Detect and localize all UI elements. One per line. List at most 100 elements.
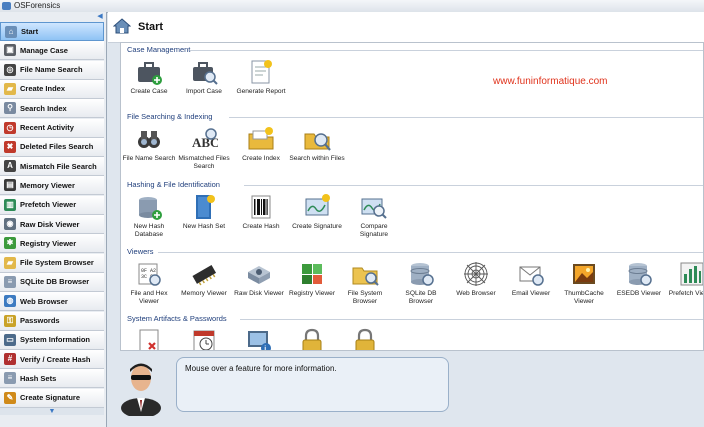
tile-file-name-search[interactable]: File Name Search bbox=[121, 125, 177, 163]
tile-new-hash-database[interactable]: New Hash Database bbox=[121, 193, 177, 239]
disk-icon: ◉ bbox=[4, 218, 16, 230]
sidebar-item-label: Memory Viewer bbox=[20, 180, 75, 190]
tile-thumbcache-viewer[interactable]: ThumbCache Viewer bbox=[556, 260, 612, 306]
tile-memory-viewer[interactable]: Memory Viewer bbox=[176, 260, 232, 298]
tile-create-case[interactable]: Create Case bbox=[121, 58, 177, 96]
tile-label: Create Index bbox=[242, 155, 280, 162]
sidebar-item-recent-activity[interactable]: ◷ Recent Activity bbox=[0, 118, 104, 138]
tile-search-within-files[interactable]: Search within Files bbox=[289, 125, 345, 163]
sidebar-item-label: Prefetch Viewer bbox=[20, 200, 77, 210]
house-icon bbox=[113, 18, 131, 34]
tile-label: Compare Signature bbox=[359, 223, 389, 238]
tile-sqlite-db-browser[interactable]: SQLite DB Browser bbox=[393, 260, 449, 306]
tile-create-hash[interactable]: Create Hash bbox=[233, 193, 289, 231]
sidebar-item-label: File System Browser bbox=[20, 258, 94, 268]
sidebar-item-file-name-search[interactable]: ◎ File Name Search bbox=[0, 60, 104, 80]
hex-viewer-icon: 0F A2 3C 9E bbox=[135, 260, 163, 288]
tile-mismatched-files-search[interactable]: ABC Mismatched Files Search bbox=[176, 125, 232, 171]
tile-email-viewer[interactable]: Email Viewer bbox=[503, 260, 559, 298]
tile-registry-viewer[interactable]: Registry Viewer bbox=[284, 260, 340, 298]
tile-label: Memory Viewer bbox=[181, 290, 227, 297]
tile-padlock[interactable] bbox=[284, 327, 340, 350]
tile-label: New Hash Set bbox=[182, 223, 226, 230]
tile-web-browser[interactable]: Web Browser bbox=[448, 260, 504, 298]
tile-padlock[interactable] bbox=[337, 327, 393, 350]
agent-avatar-icon bbox=[121, 363, 161, 416]
registry-icon: ✱ bbox=[4, 237, 16, 250]
computer-icon: ▭ bbox=[4, 333, 16, 346]
tile-esedb-viewer[interactable]: ESEDB Viewer bbox=[611, 260, 667, 298]
section-title: Viewers bbox=[127, 247, 154, 256]
database-icon: ≡ bbox=[4, 275, 16, 288]
scroll-down-icon[interactable]: ▼ bbox=[0, 408, 104, 415]
padlock-icon bbox=[351, 327, 379, 350]
sidebar-item-raw-disk-viewer[interactable]: ◉ Raw Disk Viewer bbox=[0, 215, 104, 234]
watermark-text: www.funinformatique.com bbox=[493, 76, 608, 87]
calendar-icon bbox=[190, 327, 218, 350]
system-info-icon: i bbox=[245, 327, 273, 350]
sidebar-item-file-system-browser[interactable]: ▰ File System Browser bbox=[0, 253, 104, 273]
sidebar-item-search-index[interactable]: ⚲ Search Index bbox=[0, 99, 104, 119]
tile-label: File and Hex Viewer bbox=[130, 290, 168, 305]
folder-icon bbox=[351, 260, 379, 288]
briefcase-icon: ▣ bbox=[4, 44, 16, 57]
email-icon bbox=[517, 260, 545, 288]
memory-icon: ▤ bbox=[4, 179, 16, 192]
tile-label: Create Hash bbox=[242, 223, 280, 230]
sidebar-item-prefetch-viewer[interactable]: ▥ Prefetch Viewer bbox=[0, 195, 104, 215]
sidebar-item-create-signature[interactable]: ✎ Create Signature bbox=[0, 388, 104, 408]
tile-calendar[interactable] bbox=[176, 327, 232, 350]
tile-new-hash-set[interactable]: New Hash Set bbox=[176, 193, 232, 231]
tile-label: Create Case bbox=[130, 88, 168, 95]
signature-icon: ✎ bbox=[4, 391, 16, 404]
start-panel: Case Management Create Case Import Case Gen… bbox=[120, 42, 704, 351]
sidebar-item-start[interactable]: ⌂ Start bbox=[0, 22, 104, 41]
sidebar-item-verify-create-hash[interactable]: # Verify / Create Hash bbox=[0, 350, 104, 370]
section-divider bbox=[158, 252, 703, 253]
tile-generate-report[interactable]: Generate Report bbox=[233, 58, 289, 96]
tile-system-info[interactable]: i bbox=[231, 327, 287, 350]
sidebar-item-label: Start bbox=[21, 27, 39, 36]
spider-web-icon bbox=[462, 260, 490, 288]
tile-import-case[interactable]: Import Case bbox=[176, 58, 232, 96]
clock-icon: ◷ bbox=[4, 121, 16, 134]
sidebar-item-label: Passwords bbox=[20, 316, 60, 325]
sidebar-item-hash-sets[interactable]: ≡ Hash Sets bbox=[0, 369, 104, 389]
sidebar-item-mismatch-file-search[interactable]: A Mismatch File Search bbox=[0, 157, 104, 177]
sidebar-item-manage-case[interactable]: ▣ Manage Case bbox=[0, 41, 104, 61]
sidebar-item-web-browser[interactable]: ◍ Web Browser bbox=[0, 292, 104, 312]
tile-prefetch-viewer[interactable]: Prefetch Viewer bbox=[664, 260, 703, 298]
binoculars-icon bbox=[135, 125, 163, 153]
sidebar-item-label: Create Signature bbox=[20, 393, 81, 403]
tile-compare-signature[interactable]: Compare Signature bbox=[346, 193, 402, 239]
tile-checklist[interactable] bbox=[121, 327, 177, 350]
folder-icon: ▰ bbox=[4, 82, 16, 95]
tile-label: Registry Viewer bbox=[288, 290, 336, 297]
sidebar: ◀ ⌂ Start ▣ Manage Case ◎ File Name Search ▰ Cr… bbox=[0, 12, 107, 427]
tile-file-system-browser[interactable]: File System Browser bbox=[337, 260, 393, 306]
sidebar-item-sqlite-db-browser[interactable]: ≡ SQLite DB Browser bbox=[0, 272, 104, 292]
sidebar-item-deleted-files-search[interactable]: ✖ Deleted Files Search bbox=[0, 137, 104, 157]
database-icon bbox=[407, 260, 435, 288]
tile-label: SQLite DB Browser bbox=[405, 290, 437, 305]
tile-file-and-hex-viewer[interactable]: 0F A2 3C 9E File and Hex Viewer bbox=[121, 260, 177, 306]
section-divider bbox=[240, 319, 703, 320]
section-title: Case Management bbox=[127, 45, 191, 54]
sidebar-item-label: Verify / Create Hash bbox=[20, 354, 91, 364]
disk-icon bbox=[245, 260, 273, 288]
sidebar-item-passwords[interactable]: ⚿ Passwords bbox=[0, 311, 104, 331]
tile-label: New Hash Database bbox=[133, 223, 165, 238]
tile-label: Email Viewer bbox=[511, 290, 551, 297]
tile-raw-disk-viewer[interactable]: Raw Disk Viewer bbox=[231, 260, 287, 298]
sidebar-item-memory-viewer[interactable]: ▤ Memory Viewer bbox=[0, 176, 104, 196]
registry-icon bbox=[298, 260, 326, 288]
sidebar-item-create-index[interactable]: ▰ Create Index bbox=[0, 79, 104, 99]
tile-create-signature[interactable]: Create Signature bbox=[289, 193, 345, 231]
tile-label: ESEDB Viewer bbox=[616, 290, 662, 297]
collapse-icon[interactable]: ◀ bbox=[96, 13, 104, 21]
window-title: OSForensics bbox=[14, 1, 61, 10]
sidebar-item-label: Create Index bbox=[20, 84, 66, 94]
sidebar-item-registry-viewer[interactable]: ✱ Registry Viewer bbox=[0, 234, 104, 254]
sidebar-item-system-information[interactable]: ▭ System Information bbox=[0, 330, 104, 350]
tile-create-index[interactable]: Create Index bbox=[233, 125, 289, 163]
